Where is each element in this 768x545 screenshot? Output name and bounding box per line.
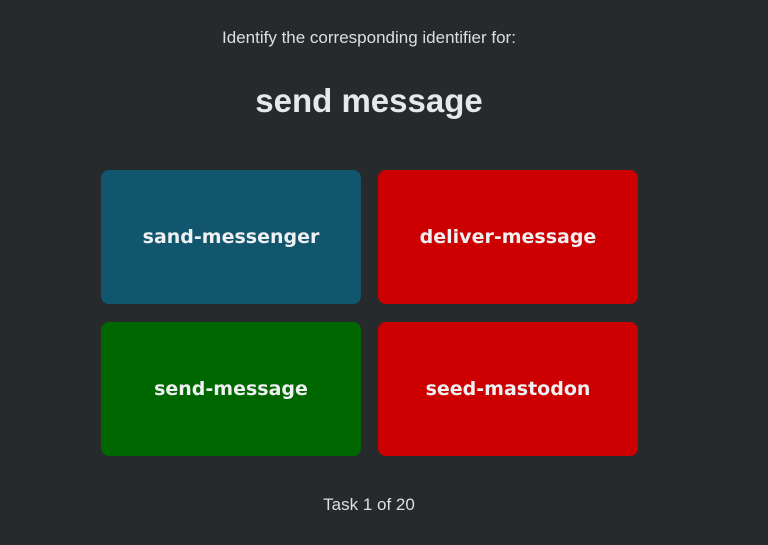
choices-grid: sand-messenger deliver-message send-mess… — [101, 170, 638, 456]
choice-button-send-message[interactable]: send-message — [101, 322, 361, 456]
target-phrase: send message — [255, 82, 483, 119]
choice-button-seed-mastodon[interactable]: seed-mastodon — [378, 322, 638, 456]
prompt-text: Identify the corresponding identifier fo… — [222, 28, 516, 47]
choice-button-sand-messenger[interactable]: sand-messenger — [101, 170, 361, 304]
choice-button-deliver-message[interactable]: deliver-message — [378, 170, 638, 304]
task-progress: Task 1 of 20 — [323, 495, 415, 514]
